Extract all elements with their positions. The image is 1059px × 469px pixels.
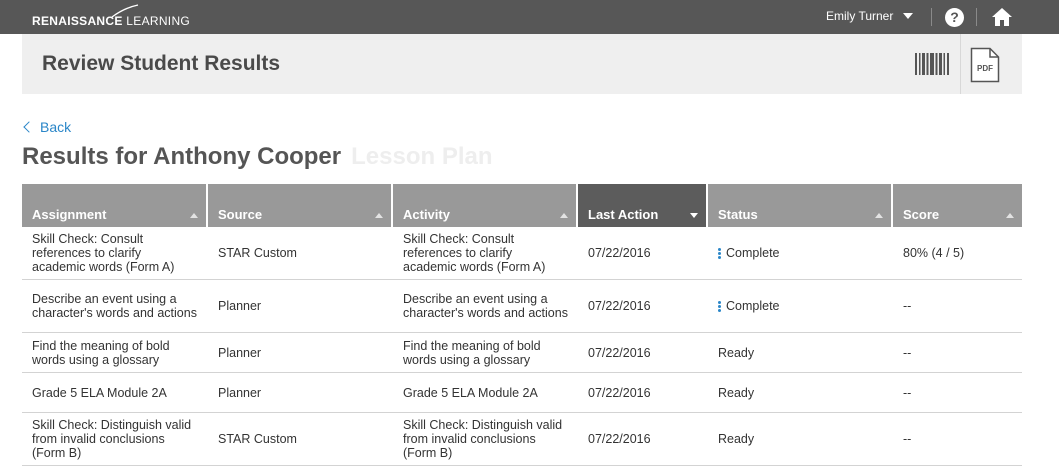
cell-score: --: [903, 432, 912, 446]
cell-last-action: 07/22/2016: [588, 432, 651, 446]
results-title: Results for Anthony Cooper Lesson Plan: [22, 143, 493, 171]
cell-status[interactable]: Complete: [708, 280, 893, 332]
cell-last-action: 07/22/2016: [588, 385, 651, 400]
sort-icon: [690, 213, 698, 218]
cell-activity: Describe an event using a character's wo…: [403, 292, 568, 320]
cell-status[interactable]: Complete: [708, 227, 893, 279]
column-header-activity[interactable]: Activity: [393, 184, 578, 227]
cell-last-action: 07/22/2016: [588, 299, 651, 313]
renaissance-logo[interactable]: RENAISSANCE LEARNING: [32, 4, 190, 28]
cell-score: --: [903, 385, 912, 400]
home-icon[interactable]: [991, 7, 1013, 27]
table-header: Assignment Source Activity Last Action S…: [22, 184, 1022, 227]
cell-source: Planner: [218, 385, 262, 400]
cell-activity: Find the meaning of bold words using a g…: [403, 338, 541, 367]
cell-score: 80% (4 / 5): [903, 246, 965, 260]
top-bar: RENAISSANCE LEARNING Emily Turner ?: [0, 0, 1059, 34]
chevron-down-icon: [903, 13, 914, 19]
cell-last-action: 07/22/2016: [588, 246, 651, 260]
table-row: Skill Check: Consult references to clari…: [22, 227, 1022, 280]
barcode-icon[interactable]: [915, 52, 951, 76]
cell-status: Ready: [718, 385, 755, 400]
results-title-text: Results for Anthony Cooper: [22, 143, 342, 170]
ghost-text: Lesson Plan: [351, 143, 493, 170]
cell-source: Planner: [218, 345, 262, 360]
cell-last-action: 07/22/2016: [588, 345, 651, 360]
cell-activity: Skill Check: Distinguish valid from inva…: [403, 418, 563, 460]
chevron-left-icon: [23, 121, 35, 133]
header-panel: Review Student Results PDF: [22, 34, 1022, 94]
page-title: Review Student Results: [42, 52, 281, 75]
cell-assignment: Skill Check: Distinguish valid from inva…: [32, 418, 192, 460]
cell-assignment: Grade 5 ELA Module 2A: [32, 385, 167, 400]
cell-assignment: Skill Check: Consult references to clari…: [32, 232, 175, 274]
pdf-label: PDF: [977, 64, 993, 73]
status-text: Complete: [726, 246, 780, 260]
sort-icon: [875, 213, 883, 218]
column-header-last-action[interactable]: Last Action: [578, 184, 708, 227]
cell-score: --: [903, 299, 912, 313]
cell-status: Ready: [718, 345, 755, 360]
user-menu[interactable]: Emily Turner: [826, 9, 914, 23]
more-options-icon[interactable]: [718, 300, 721, 312]
table-row: Find the meaning of bold words using a g…: [22, 333, 1022, 373]
cell-assignment: Describe an event using a character's wo…: [32, 292, 197, 320]
status-text: Complete: [726, 299, 780, 313]
results-table: Assignment Source Activity Last Action S…: [22, 184, 1022, 466]
pdf-icon[interactable]: PDF: [970, 47, 1000, 83]
cell-source: STAR Custom: [218, 246, 297, 260]
sort-icon: [560, 213, 568, 218]
cell-activity: Skill Check: Consult references to clari…: [403, 232, 546, 274]
column-header-score[interactable]: Score: [893, 184, 1022, 227]
back-label: Back: [40, 119, 72, 135]
topbar-divider: [976, 8, 977, 26]
sort-icon: [1006, 213, 1014, 218]
table-row: Describe an event using a character's wo…: [22, 280, 1022, 333]
column-header-status[interactable]: Status: [708, 184, 893, 227]
topbar-divider: [931, 8, 932, 26]
back-link[interactable]: Back: [22, 119, 71, 135]
cell-assignment: Find the meaning of bold words using a g…: [32, 338, 170, 367]
cell-source: Planner: [218, 299, 262, 313]
more-options-icon[interactable]: [718, 247, 721, 259]
user-name: Emily Turner: [826, 9, 894, 23]
help-icon[interactable]: ?: [945, 8, 964, 27]
cell-score: --: [903, 345, 912, 360]
header-divider: [960, 34, 961, 94]
logo-swoosh-icon: [111, 4, 139, 18]
table-row: Skill Check: Distinguish valid from inva…: [22, 413, 1022, 466]
table-row: Grade 5 ELA Module 2A Planner Grade 5 EL…: [22, 373, 1022, 413]
cell-source: STAR Custom: [218, 432, 297, 446]
cell-status: Ready: [718, 432, 755, 446]
column-header-source[interactable]: Source: [208, 184, 393, 227]
sort-icon: [375, 213, 383, 218]
sort-icon: [190, 213, 198, 218]
column-header-assignment[interactable]: Assignment: [22, 184, 208, 227]
cell-activity: Grade 5 ELA Module 2A: [403, 385, 538, 400]
